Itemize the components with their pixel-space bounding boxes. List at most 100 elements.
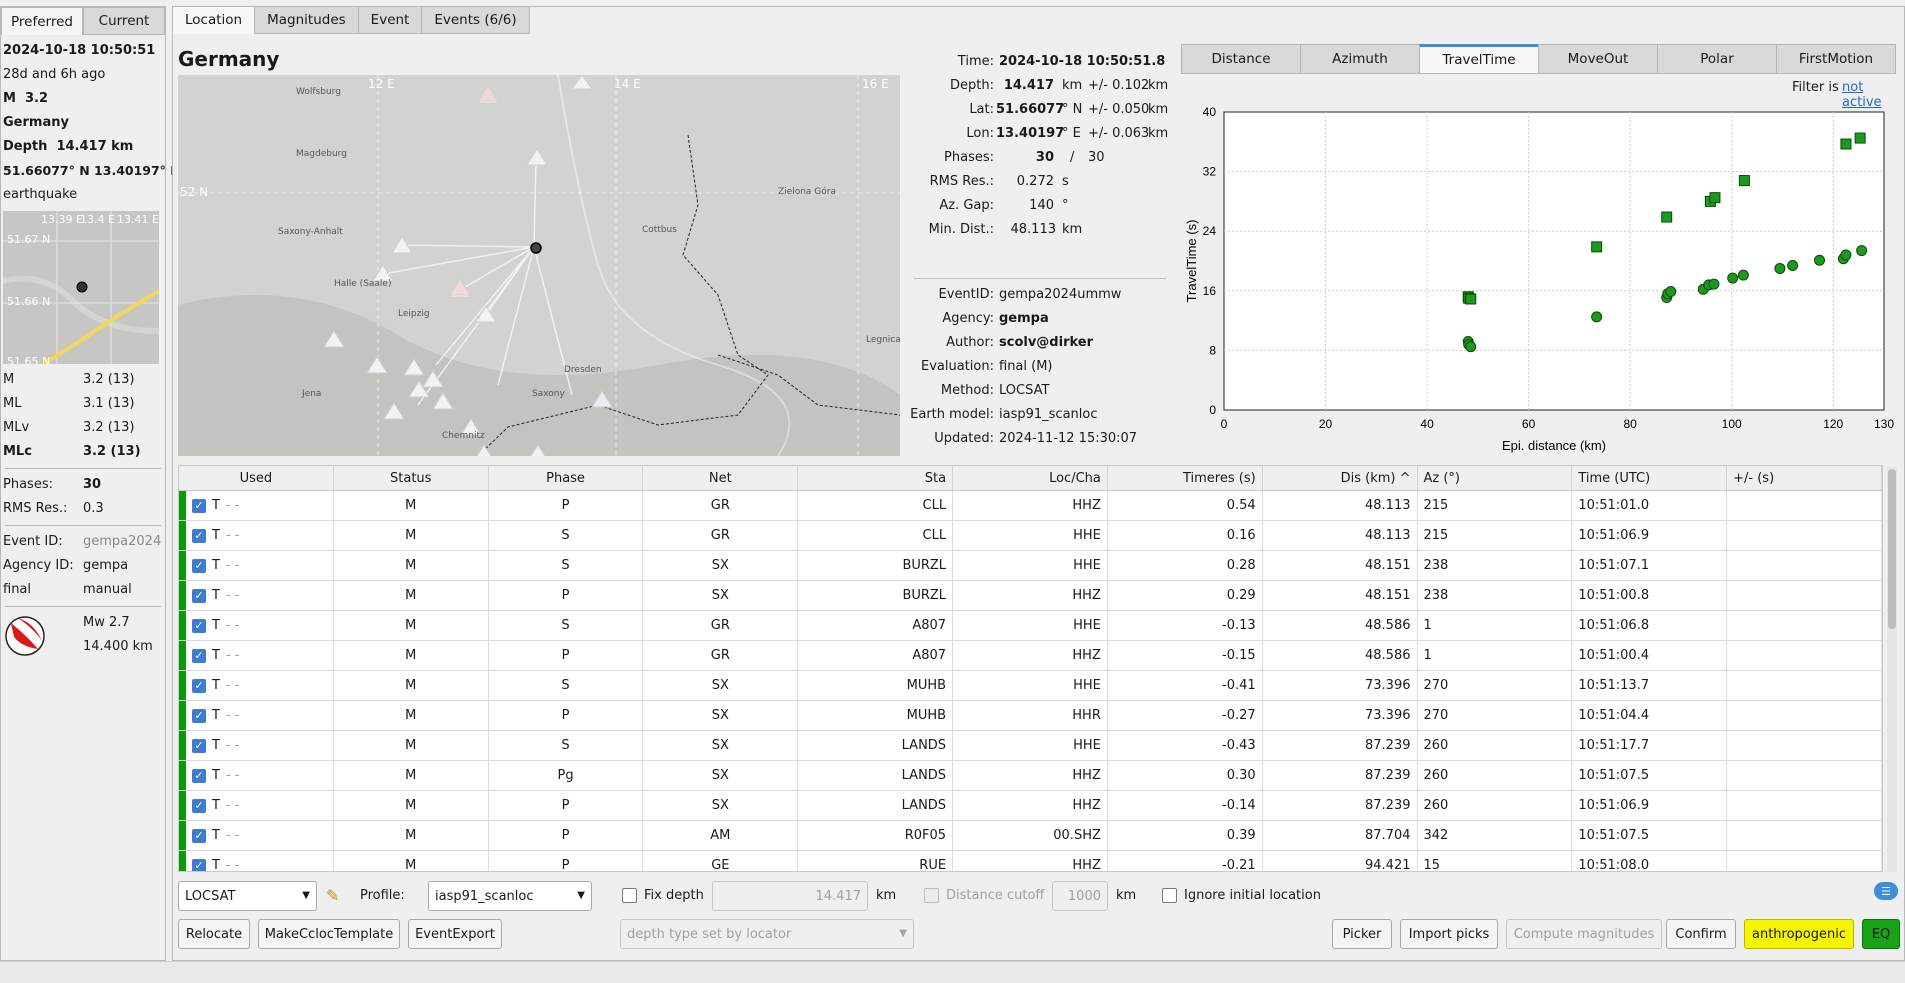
used-checkbox[interactable]: ✓ (192, 648, 206, 663)
tab-firstmotion[interactable]: FirstMotion (1776, 44, 1896, 74)
table-row[interactable]: ✓ T - - M P SX MUHB HHR -0.27 73.396 270 10:51:04.4 (179, 701, 1882, 731)
tab-events[interactable]: Events (6/6) (421, 6, 530, 34)
column-header-used[interactable]: Used (179, 466, 334, 490)
magnitude-row[interactable]: MLv 3.2 (13) (1, 416, 165, 440)
scrollbar-thumb[interactable] (1888, 469, 1896, 629)
make-template-button[interactable]: MakeCclocTemplate (258, 919, 400, 949)
fix-depth-input[interactable]: 14.417 (712, 881, 868, 911)
p-phase-point[interactable] (1465, 341, 1477, 353)
column-header-arrival-time[interactable]: Time (UTC) (1572, 466, 1728, 490)
column-header-loc-cha[interactable]: Loc/Cha (953, 466, 1108, 490)
tab-polar[interactable]: Polar (1657, 44, 1777, 74)
status-bar-indicator (179, 791, 186, 820)
magnitude-row[interactable]: ML 3.1 (13) (1, 392, 165, 416)
p-phase-point[interactable] (1814, 254, 1826, 266)
cell-uncertainty (1727, 641, 1882, 670)
ignore-initial-checkbox[interactable] (1162, 888, 1177, 903)
distance-cutoff-checkbox[interactable] (924, 888, 939, 903)
p-phase-point[interactable] (1665, 286, 1677, 298)
profile-select[interactable]: iasp91_scanloc ▼ (428, 881, 592, 911)
mini-map[interactable]: 13.39 E 13.4 E 13.41 E 51.67 N 51.66 N 5… (3, 211, 159, 364)
used-checkbox[interactable]: ✓ (192, 558, 206, 573)
eq-button[interactable]: EQ (1862, 919, 1900, 949)
vertical-scrollbar[interactable] (1887, 467, 1897, 872)
p-phase-point[interactable] (1787, 259, 1799, 271)
anthropogenic-button[interactable]: anthropogenic (1744, 919, 1854, 949)
table-row[interactable]: ✓ T - - M P SX LANDS HHZ -0.14 87.239 260 10:51:06.… (179, 791, 1882, 821)
table-row[interactable]: ✓ T - - M S SX LANDS HHE -0.43 87.239 260 10:51:17.… (179, 731, 1882, 761)
used-checkbox[interactable]: ✓ (192, 738, 206, 753)
relocate-button[interactable]: Relocate (178, 919, 250, 949)
s-phase-point[interactable] (1661, 211, 1673, 223)
cell-station: LANDS (798, 761, 954, 790)
column-header-distance[interactable]: Dis (km) ^ (1263, 466, 1418, 490)
used-checkbox[interactable]: ✓ (192, 588, 206, 603)
import-picks-button[interactable]: Import picks (1400, 919, 1498, 949)
column-header-station[interactable]: Sta (798, 466, 954, 490)
table-row[interactable]: ✓ T - - M S GR CLL HHE 0.16 48.113 215 10:51:06.9 (179, 521, 1882, 551)
locator-select[interactable]: LOCSAT ▼ (178, 881, 317, 911)
table-row[interactable]: ✓ T - - M P GR CLL HHZ 0.54 48.113 215 10:51:01.0 (179, 491, 1882, 521)
p-phase-point[interactable] (1774, 262, 1786, 274)
distance-cutoff-input[interactable]: 1000 (1052, 881, 1108, 911)
column-header-uncertainty[interactable]: +/- (s) (1727, 466, 1882, 490)
picker-button[interactable]: Picker (1332, 919, 1392, 949)
used-checkbox[interactable]: ✓ (192, 828, 206, 843)
used-checkbox[interactable]: ✓ (192, 498, 206, 513)
table-row[interactable]: ✓ T - - M S SX BURZL HHE 0.28 48.151 238 10:51:07.1 (179, 551, 1882, 581)
p-phase-point[interactable] (1840, 249, 1852, 261)
p-phase-point[interactable] (1737, 269, 1749, 281)
column-header-phase[interactable]: Phase (489, 466, 644, 490)
location-map[interactable]: 12 E 14 E 16 E 52 N Wolfsburg Magdeburg … (178, 75, 900, 456)
table-row[interactable]: ✓ T - - M Pg SX LANDS HHZ 0.30 87.239 260 10:51:07.… (179, 761, 1882, 791)
used-checkbox[interactable]: ✓ (192, 858, 206, 871)
tab-traveltime[interactable]: TravelTime (1419, 44, 1539, 74)
column-header-status[interactable]: Status (334, 466, 489, 490)
magnitude-row[interactable]: MLc 3.2 (13) (1, 440, 165, 464)
table-row[interactable]: ✓ T - - M P SX BURZL HHZ 0.29 48.151 238 10:51:00.8 (179, 581, 1882, 611)
table-row[interactable]: ✓ T - - M S SX MUHB HHE -0.41 73.396 270 10:51:13.7 (179, 671, 1882, 701)
used-checkbox[interactable]: ✓ (192, 708, 206, 723)
table-row[interactable]: ✓ T - - M P GE RUE HHZ -0.21 94.421 15 10:51:08.0 (179, 851, 1882, 871)
table-row[interactable]: ✓ T - - M S GR A807 HHE -0.13 48.586 1 10:51:06.8 (179, 611, 1882, 641)
s-phase-point[interactable] (1591, 241, 1603, 253)
s-phase-point[interactable] (1854, 132, 1866, 144)
compute-magnitudes-button[interactable]: Compute magnitudes (1506, 919, 1662, 949)
s-phase-point[interactable] (1738, 175, 1750, 187)
table-row[interactable]: ✓ T - - M P GR A807 HHZ -0.15 48.586 1 10:51:00.4 (179, 641, 1882, 671)
magnitude-row[interactable]: M 3.2 (13) (1, 368, 165, 392)
tab-distance[interactable]: Distance (1181, 44, 1301, 74)
used-checkbox[interactable]: ✓ (192, 528, 206, 543)
distance-cutoff-label: Distance cutoff (946, 888, 1045, 903)
focal-mechanism[interactable]: Mw 2.7 14.400 km (1, 611, 165, 665)
column-header-azimuth[interactable]: Az (°) (1418, 466, 1573, 490)
p-phase-point[interactable] (1727, 272, 1739, 284)
tab-current[interactable]: Current (83, 7, 165, 35)
used-checkbox[interactable]: ✓ (192, 618, 206, 633)
column-header-network[interactable]: Net (643, 466, 799, 490)
s-phase-point[interactable] (1465, 293, 1477, 305)
s-phase-point[interactable] (1709, 192, 1721, 204)
tab-location[interactable]: Location (172, 6, 256, 34)
used-checkbox[interactable]: ✓ (192, 768, 206, 783)
tab-moveout[interactable]: MoveOut (1538, 44, 1658, 74)
p-phase-point[interactable] (1856, 245, 1868, 257)
tab-azimuth[interactable]: Azimuth (1300, 44, 1420, 74)
confirm-button[interactable]: Confirm (1666, 919, 1736, 949)
traveltime-plot[interactable]: 0 20 40 60 80 100 120 130 0 8 16 24 32 40 Epi. distan… (1180, 100, 1900, 460)
tab-preferred[interactable]: Preferred (1, 7, 83, 35)
tab-magnitudes[interactable]: Magnitudes (254, 6, 359, 34)
p-phase-point[interactable] (1591, 311, 1603, 323)
used-checkbox[interactable]: ✓ (192, 798, 206, 813)
fix-depth-checkbox[interactable] (622, 888, 637, 903)
chat-icon[interactable]: ☰ (1874, 882, 1898, 900)
tab-event[interactable]: Event (357, 6, 423, 34)
s-phase-point[interactable] (1840, 138, 1852, 150)
event-export-button[interactable]: EventExport (408, 919, 502, 949)
column-header-time-residual[interactable]: Timeres (s) (1108, 466, 1263, 490)
table-row[interactable]: ✓ T - - M P AM R0F05 00.SHZ 0.39 87.704 342 10:51:0… (179, 821, 1882, 851)
p-phase-point[interactable] (1708, 278, 1720, 290)
wrench-icon[interactable]: ✎ (326, 886, 339, 905)
depth-type-select[interactable]: depth type set by locator ▼ (620, 919, 914, 949)
used-checkbox[interactable]: ✓ (192, 678, 206, 693)
